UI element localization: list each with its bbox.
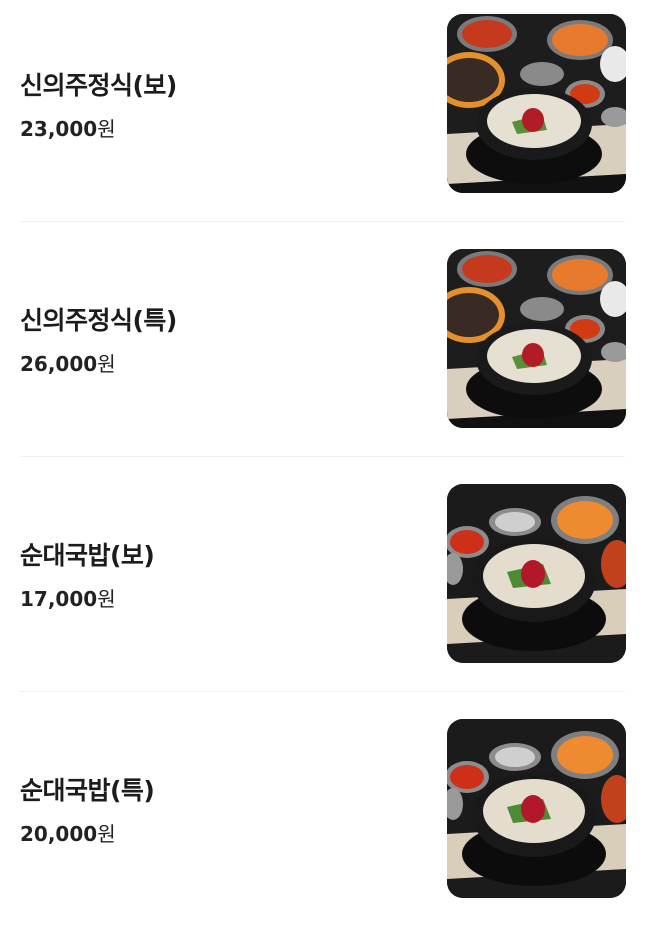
menu-item-price: 17,000원 [20,583,116,612]
price-currency: 원 [97,352,116,376]
menu-item-image[interactable] [447,249,626,428]
price-currency: 원 [97,822,116,846]
set-meal-photo-icon [447,249,626,428]
price-value: 23,000 [20,117,98,141]
menu-item-image[interactable] [447,14,626,193]
menu-item-price: 26,000원 [20,348,116,377]
menu-item-image[interactable] [447,719,626,898]
menu-item-image[interactable] [447,484,626,663]
price-value: 20,000 [20,822,98,846]
menu-item[interactable]: 신의주정식(특) 26,000원 [0,235,650,470]
price-currency: 원 [97,587,116,611]
soup-photo-icon [447,719,626,898]
price-value: 17,000 [20,587,98,611]
set-meal-photo-icon [447,14,626,193]
item-divider [20,221,625,222]
menu-item-price: 23,000원 [20,113,116,142]
price-value: 26,000 [20,352,98,376]
menu-item-name: 신의주정식(보) [20,71,177,100]
menu-item-name: 순대국밥(보) [20,541,155,570]
menu-item-name: 순대국밥(특) [20,776,155,805]
menu-item[interactable]: 신의주정식(보) 23,000원 [0,0,650,235]
menu-item[interactable]: 순대국밥(특) 20,000원 [0,705,650,940]
menu-item-price: 20,000원 [20,818,116,847]
menu-item[interactable]: 순대국밥(보) 17,000원 [0,470,650,705]
item-divider [20,691,625,692]
menu-list: 신의주정식(보) 23,000원 신의주정식(특) 26,000원 순대국밥(보… [0,0,650,898]
item-divider [20,456,625,457]
soup-photo-icon [447,484,626,663]
menu-item-name: 신의주정식(특) [20,306,177,335]
price-currency: 원 [97,117,116,141]
